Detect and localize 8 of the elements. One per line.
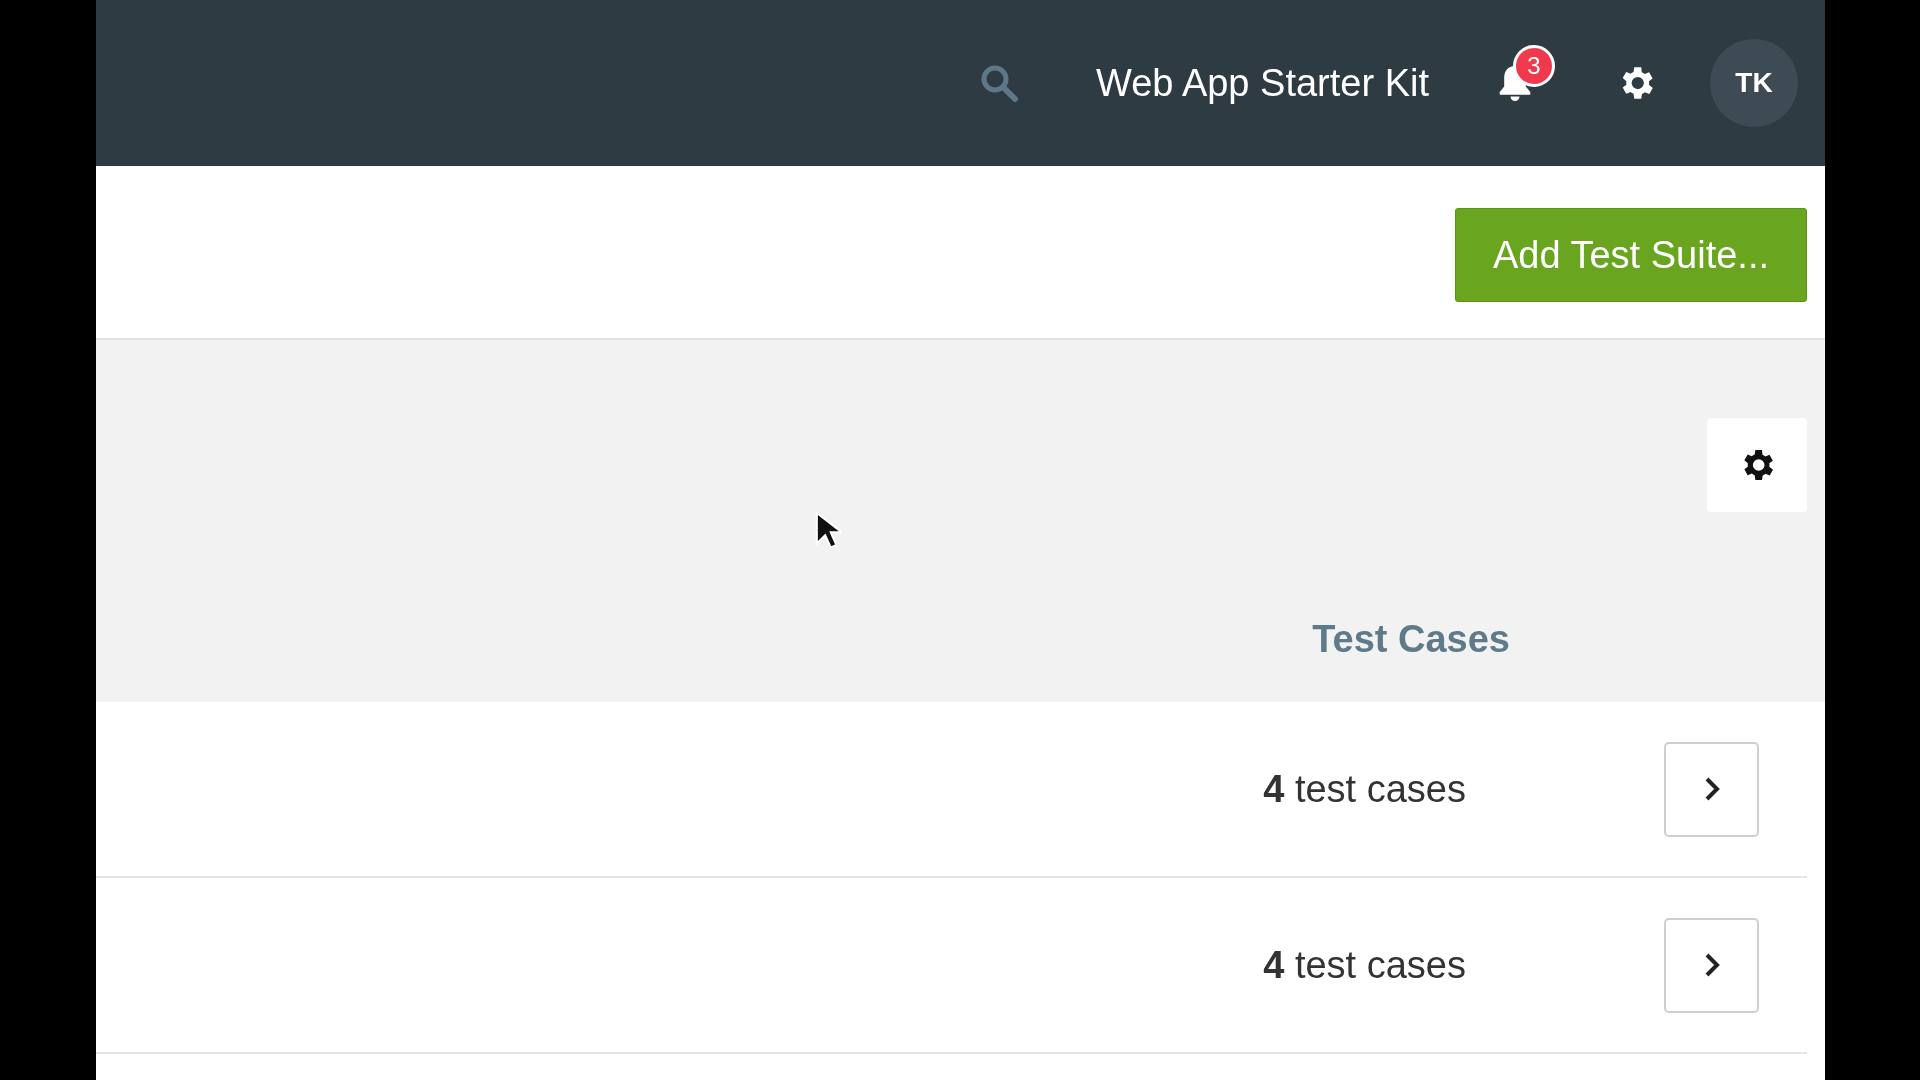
- cursor-icon: [814, 510, 842, 552]
- notification-badge: 3: [1513, 45, 1555, 87]
- test-case-count: 4 test cases: [1263, 943, 1466, 987]
- settings-button[interactable]: [1707, 418, 1807, 512]
- column-header: Test Cases: [1312, 618, 1510, 660]
- test-case-count: 4 test cases: [1263, 767, 1466, 811]
- user-avatar[interactable]: TK: [1710, 39, 1798, 127]
- app-title: Web App Starter Kit: [1095, 61, 1429, 105]
